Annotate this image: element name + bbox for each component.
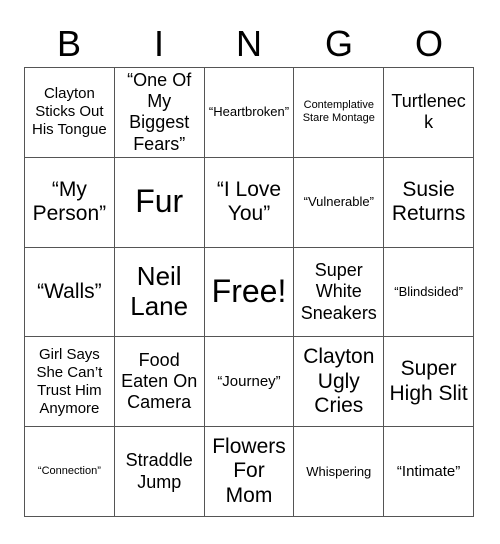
bingo-cell-label: “Journey”	[217, 372, 281, 390]
bingo-cell-label: Food Eaten On Camera	[121, 349, 198, 413]
bingo-cell[interactable]: “Blindsided”	[384, 247, 474, 338]
bingo-cell[interactable]: Whispering	[294, 427, 385, 517]
bingo-cell-free[interactable]: Free!	[204, 247, 295, 338]
bingo-cell[interactable]: Straddle Jump	[114, 427, 205, 517]
bingo-cell-label: Contemplative Stare Montage	[302, 98, 375, 125]
bingo-header: B I N G O	[24, 20, 474, 67]
bingo-cell-label: Girl Says She Can’t Trust Him Anymore	[36, 345, 103, 417]
bingo-cell-label: Flowers For Mom	[212, 435, 286, 507]
bingo-cell-label: “Blindsided”	[394, 284, 463, 300]
bingo-cell-label: Turtleneck	[391, 91, 466, 133]
bingo-cell[interactable]: “Walls”	[25, 247, 115, 338]
bingo-cell[interactable]: “One Of My Biggest Fears”	[114, 68, 205, 158]
bingo-cell-label: “Connection”	[37, 464, 101, 477]
bingo-cell[interactable]: Girl Says She Can’t Trust Him Anymore	[25, 337, 115, 428]
header-letter-o: O	[414, 22, 443, 64]
bingo-cell[interactable]: Food Eaten On Camera	[114, 337, 205, 428]
bingo-cell[interactable]: Neil Lane	[114, 247, 205, 338]
bingo-cell-label: Fur	[135, 183, 184, 220]
bingo-cell-label: “My Person”	[32, 177, 107, 226]
bingo-cell[interactable]: Susie Returns	[384, 157, 474, 248]
bingo-cell[interactable]: Super High Slit	[384, 337, 474, 428]
header-letter-n: N	[236, 22, 262, 64]
bingo-cell-label: “I Love You”	[216, 177, 282, 226]
bingo-cell[interactable]: Clayton Ugly Cries	[294, 337, 385, 428]
bingo-cell[interactable]: Turtleneck	[384, 68, 474, 158]
bingo-cell-label: “Intimate”	[396, 462, 461, 480]
bingo-cell[interactable]: “I Love You”	[204, 157, 295, 248]
header-letter-i: I	[153, 22, 164, 64]
bingo-cell-label: Straddle Jump	[125, 450, 193, 492]
bingo-cell[interactable]: “Intimate”	[384, 427, 474, 517]
bingo-cell[interactable]: “Vulnerable”	[294, 157, 385, 248]
bingo-grid: Clayton Sticks Out His Tongue “One Of My…	[24, 67, 474, 517]
bingo-cell[interactable]: “Journey”	[204, 337, 295, 428]
bingo-cell[interactable]: “Heartbroken”	[204, 68, 295, 158]
bingo-cell[interactable]: Flowers For Mom	[204, 427, 295, 517]
bingo-cell-label: “Heartbroken”	[208, 104, 290, 120]
bingo-cell[interactable]: Clayton Sticks Out His Tongue	[25, 68, 115, 158]
bingo-cell[interactable]: “Connection”	[25, 427, 115, 517]
bingo-cell[interactable]: Contemplative Stare Montage	[294, 68, 385, 158]
bingo-cell-label: Clayton Sticks Out His Tongue	[32, 85, 107, 139]
bingo-cell[interactable]: Super White Sneakers	[294, 247, 385, 338]
header-letter-b: B	[56, 22, 81, 64]
header-letter-g: G	[324, 22, 353, 64]
bingo-cell-label: Super White Sneakers	[300, 260, 377, 323]
bingo-cell-label: Neil Lane	[130, 261, 189, 321]
bingo-cell-label: “One Of My Biggest Fears”	[127, 69, 192, 154]
bingo-cell-label: Whispering	[306, 463, 372, 479]
bingo-cell[interactable]: “My Person”	[25, 157, 115, 248]
bingo-card: B I N G O Clayton Sticks Out His Tongue …	[0, 0, 500, 544]
bingo-cell-label: Free!	[211, 273, 287, 310]
bingo-cell-label: Super High Slit	[389, 357, 468, 405]
bingo-cell-label: “Vulnerable”	[303, 194, 374, 210]
bingo-cell[interactable]: Fur	[114, 157, 205, 248]
bingo-cell-label: Clayton Ugly Cries	[303, 345, 375, 417]
bingo-cell-label: Susie Returns	[391, 177, 466, 226]
bingo-cell-label: “Walls”	[37, 279, 102, 303]
